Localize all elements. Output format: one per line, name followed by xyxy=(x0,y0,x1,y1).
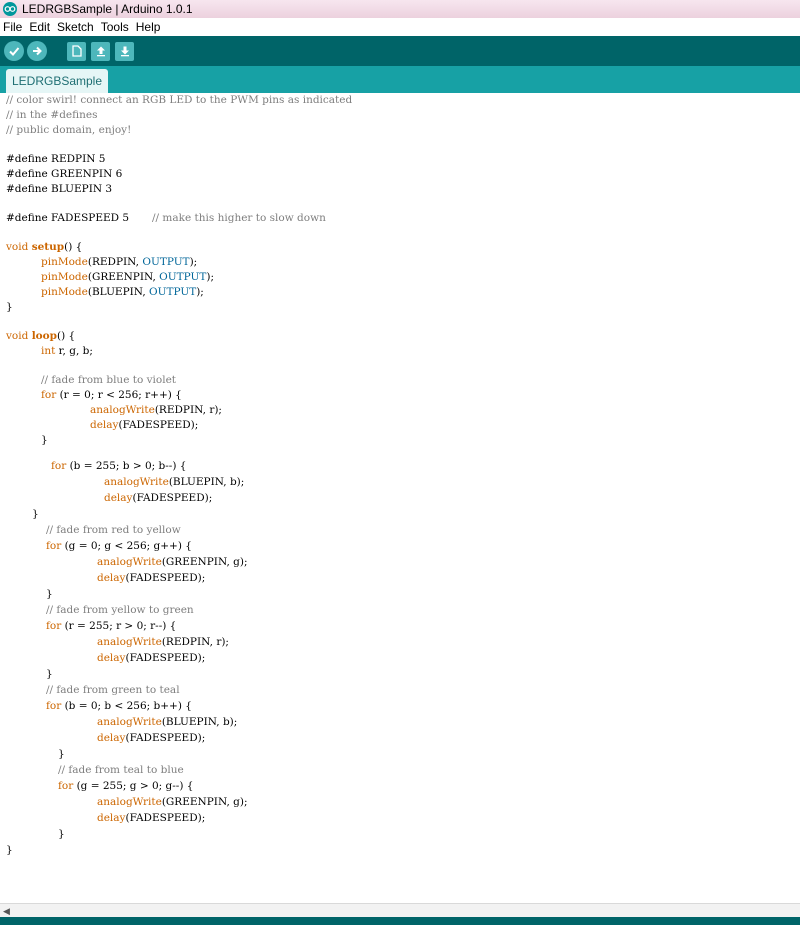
scroll-left-icon[interactable]: ◀ xyxy=(3,906,10,917)
verify-button[interactable] xyxy=(4,41,24,61)
new-button[interactable] xyxy=(67,41,86,61)
verify-icon xyxy=(9,47,20,56)
code-line: delay(FADESPEED); xyxy=(97,732,206,744)
code-line: // color swirl! connect an RGB LED to th… xyxy=(6,94,353,106)
code-line: // fade from green to teal xyxy=(46,684,180,696)
menu-sketch[interactable]: Sketch xyxy=(57,20,94,34)
status-bar xyxy=(0,917,800,925)
code-line: } xyxy=(46,668,53,680)
save-icon xyxy=(120,46,129,57)
code-line: } xyxy=(32,508,39,520)
code-line: int r, g, b; xyxy=(41,345,93,357)
code-line: // in the #defines xyxy=(6,109,98,121)
code-line: #define REDPIN 5 xyxy=(6,153,106,165)
code-line: pinMode(BLUEPIN, OUTPUT); xyxy=(41,286,204,298)
code-line: // fade from yellow to green xyxy=(46,604,194,616)
code-line: analogWrite(REDPIN, r); xyxy=(97,636,229,648)
code-line: analogWrite(GREENPIN, g); xyxy=(97,556,248,568)
open-icon xyxy=(96,46,105,57)
new-icon xyxy=(71,45,82,57)
code-line: for (g = 0; g < 256; g++) { xyxy=(46,540,192,552)
code-line: analogWrite(BLUEPIN, b); xyxy=(97,716,238,728)
code-line: delay(FADESPEED); xyxy=(97,572,206,584)
code-line: // fade from blue to violet xyxy=(41,374,177,386)
code-line: } xyxy=(46,588,53,600)
code-line: } xyxy=(41,434,48,446)
code-line: analogWrite(BLUEPIN, b); xyxy=(104,476,245,488)
code-line: analogWrite(GREENPIN, g); xyxy=(97,796,248,808)
upload-icon xyxy=(33,46,42,56)
save-button[interactable] xyxy=(115,41,134,61)
code-line: } xyxy=(6,301,13,313)
code-line: delay(FADESPEED); xyxy=(97,652,206,664)
code-line: // public domain, enjoy! xyxy=(6,124,132,136)
menu-file[interactable]: File xyxy=(3,20,22,34)
code-line: pinMode(GREENPIN, OUTPUT); xyxy=(41,271,215,283)
code-line: for (b = 255; b > 0; b--) { xyxy=(51,460,187,472)
window-title: LEDRGBSample | Arduino 1.0.1 xyxy=(22,2,193,16)
menu-tools[interactable]: Tools xyxy=(101,20,129,34)
code-line: for (r = 0; r < 256; r++) { xyxy=(41,389,182,401)
upload-button[interactable] xyxy=(27,41,47,61)
open-button[interactable] xyxy=(91,41,110,61)
horizontal-scrollbar[interactable]: ◀ xyxy=(0,903,800,917)
code-line: for (r = 255; r > 0; r--) { xyxy=(46,620,177,632)
arduino-logo-icon xyxy=(3,2,17,16)
toolbar xyxy=(0,36,800,66)
code-line: #define FADESPEED 5 xyxy=(6,212,130,224)
code-line: delay(FADESPEED); xyxy=(97,812,206,824)
code-line: // fade from teal to blue xyxy=(58,764,184,776)
code-line: for (g = 255; g > 0; g--) { xyxy=(58,780,194,792)
tab-ledrgbsample[interactable]: LEDRGBSample xyxy=(6,69,108,93)
code-line: delay(FADESPEED); xyxy=(104,492,213,504)
code-editor[interactable]: // color swirl! connect an RGB LED to th… xyxy=(0,93,800,903)
code-line: // fade from red to yellow xyxy=(46,524,181,536)
code-line: pinMode(REDPIN, OUTPUT); xyxy=(41,256,198,268)
code-line: delay(FADESPEED); xyxy=(90,419,199,431)
tab-bar: LEDRGBSample xyxy=(0,66,800,93)
code-line: #define GREENPIN 6 xyxy=(6,168,123,180)
code-comment: // make this higher to slow down xyxy=(152,212,326,224)
code-line: void loop() { xyxy=(6,330,76,342)
title-bar: LEDRGBSample | Arduino 1.0.1 xyxy=(0,0,800,18)
code-line: } xyxy=(58,828,65,840)
menu-bar: File Edit Sketch Tools Help xyxy=(0,18,800,36)
menu-help[interactable]: Help xyxy=(136,20,161,34)
code-line: #define BLUEPIN 3 xyxy=(6,183,113,195)
menu-edit[interactable]: Edit xyxy=(29,20,50,34)
code-line: } xyxy=(6,844,13,856)
code-line: analogWrite(REDPIN, r); xyxy=(90,404,222,416)
code-line: void setup() { xyxy=(6,241,83,253)
code-line: for (b = 0; b < 256; b++) { xyxy=(46,700,192,712)
code-line: } xyxy=(58,748,65,760)
